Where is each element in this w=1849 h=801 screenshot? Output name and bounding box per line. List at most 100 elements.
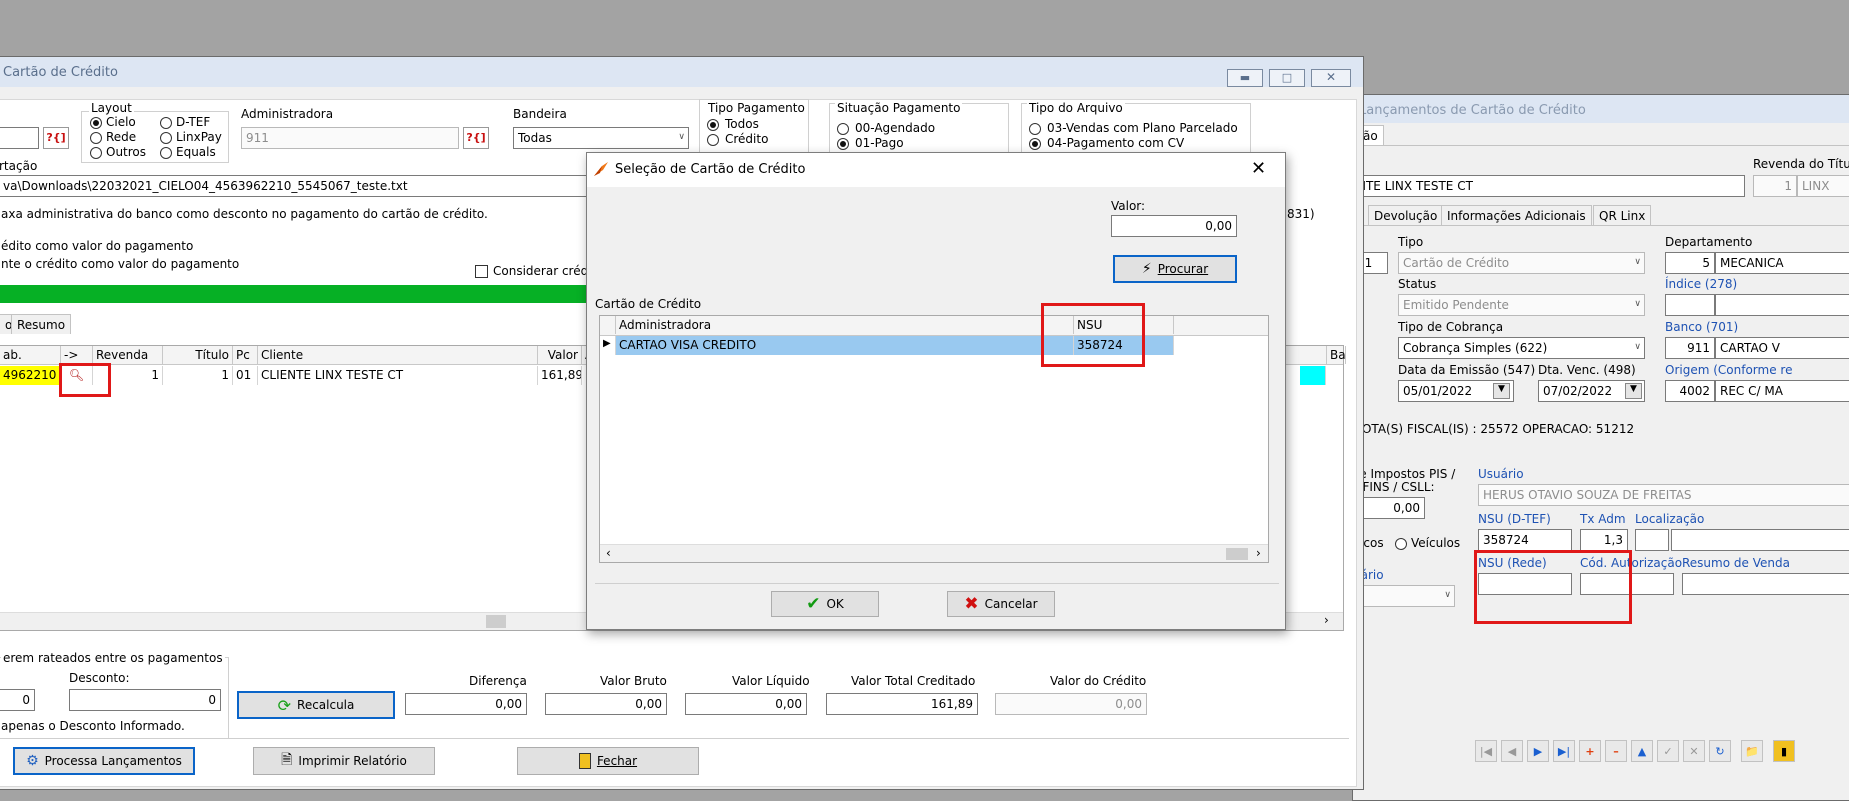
tab-info-adicionais[interactable]: Informações Adicionais <box>1441 205 1592 225</box>
todos-label[interactable]: Todos <box>725 117 759 131</box>
client-field[interactable]: NTE LINX TESTE CT <box>1353 175 1745 197</box>
add-record-icon[interactable]: + <box>1579 740 1601 762</box>
rede-radio[interactable] <box>90 132 102 144</box>
info-line-2[interactable]: édito como valor do pagamento <box>1 239 193 253</box>
close-button[interactable]: ✕ <box>1311 69 1351 87</box>
credito-label[interactable]: Crédito <box>725 132 768 146</box>
tab-devolucao[interactable]: Devolução <box>1368 205 1444 225</box>
considerar-checkbox[interactable] <box>475 265 488 278</box>
delete-record-icon[interactable]: – <box>1605 740 1627 762</box>
impostos-field[interactable]: 0,00 <box>1355 497 1425 519</box>
credito-radio[interactable] <box>707 134 719 146</box>
pagamento-cv-radio[interactable] <box>1029 138 1041 150</box>
ok-button[interactable]: ✔ OK <box>771 591 879 617</box>
diferenca-field[interactable]: 0,00 <box>405 693 527 715</box>
todos-radio[interactable] <box>707 119 719 131</box>
usuario2-select[interactable]: ∨ <box>1355 585 1455 607</box>
folder-icon[interactable]: 📁 <box>1741 740 1763 762</box>
agendado-radio[interactable] <box>837 123 849 135</box>
col-revenda[interactable]: Revenda <box>93 346 163 364</box>
outros-radio[interactable] <box>90 147 102 159</box>
origem-name-field[interactable]: REC C/ MA <box>1715 380 1849 402</box>
maximize-button[interactable]: □ <box>1269 69 1305 87</box>
tx-adm-field[interactable]: 1,3 <box>1580 529 1628 551</box>
col-ba[interactable]: Ba <box>1326 346 1346 364</box>
left-zero-field[interactable]: 0 <box>0 689 35 711</box>
rede-label[interactable]: Rede <box>106 130 136 144</box>
next-record-icon[interactable]: ▶ <box>1527 740 1549 762</box>
dialog-close-icon[interactable]: ✕ <box>1251 158 1266 179</box>
valor-credito-field[interactable]: 0,00 <box>995 693 1147 715</box>
dialog-hscrollbar[interactable]: ‹ › <box>600 544 1268 562</box>
edit-record-icon[interactable]: ▲ <box>1631 740 1653 762</box>
localizacao-field-1[interactable] <box>1635 529 1669 551</box>
col-pc[interactable]: Pc <box>233 346 258 364</box>
col-administradora[interactable]: Administradora <box>616 316 1074 334</box>
dtef-label[interactable]: D-TEF <box>176 115 210 129</box>
prev-record-icon[interactable]: ◀ <box>1501 740 1523 762</box>
last-record-icon[interactable]: ▶| <box>1553 740 1575 762</box>
usuario-field[interactable]: HERUS OTAVIO SOUZA DE FREITAS <box>1478 484 1849 506</box>
indice-desc-field[interactable] <box>1715 294 1849 316</box>
refresh-icon[interactable]: ↻ <box>1709 740 1731 762</box>
processa-button[interactable]: ⚙ Processa Lançamentos <box>13 747 195 775</box>
tab-resumo[interactable]: Resumo <box>11 314 72 334</box>
origem-num-field[interactable]: 4002 <box>1665 380 1715 402</box>
confirm-icon[interactable]: ✓ <box>1657 740 1679 762</box>
tab-qr-linx[interactable]: QR Linx <box>1593 205 1652 225</box>
recalcula-button[interactable]: ⟳ Recalcula <box>237 691 395 719</box>
cancel-edit-icon[interactable]: ✕ <box>1683 740 1705 762</box>
outros-label[interactable]: Outros <box>106 145 146 159</box>
minimize-button[interactable]: ▬ <box>1227 69 1263 87</box>
exit-door-icon[interactable]: ▮ <box>1773 740 1795 762</box>
tipo-cobranca-select[interactable]: Cobrança Simples (622) ∨ <box>1398 337 1645 359</box>
agendado-label[interactable]: 00-Agendado <box>855 121 935 135</box>
scroll-right-icon[interactable]: › <box>1256 546 1261 560</box>
dtef-radio[interactable] <box>160 117 172 129</box>
col-valor[interactable]: Valor <box>538 346 582 364</box>
valor-liquido-field[interactable]: 0,00 <box>685 693 807 715</box>
linxpay-radio[interactable] <box>160 132 172 144</box>
desconto-field[interactable]: 0 <box>69 689 221 711</box>
status-select[interactable]: Emitido Pendente ∨ <box>1398 294 1645 316</box>
vendas-parcelado-label[interactable]: 03-Vendas com Plano Parcelado <box>1047 121 1238 135</box>
dep-name-field[interactable]: MECANICA <box>1715 252 1849 274</box>
localizacao-field-2[interactable] <box>1671 529 1849 551</box>
vendas-parcelado-radio[interactable] <box>1029 123 1041 135</box>
bandeira-select[interactable]: Todas ∨ <box>513 127 689 149</box>
venc-dropdown[interactable]: ▼ <box>1625 383 1642 399</box>
col-arrow[interactable]: -> <box>61 346 93 364</box>
col-cliente[interactable]: Cliente <box>258 346 538 364</box>
col-titulo[interactable]: Título <box>163 346 233 364</box>
pago-label[interactable]: 01-Pago <box>855 136 904 150</box>
first-record-icon[interactable]: |◀ <box>1475 740 1497 762</box>
col-ab[interactable]: ab. <box>0 346 61 364</box>
equals-label[interactable]: Equals <box>176 145 216 159</box>
linxpay-label[interactable]: LinxPay <box>176 130 222 144</box>
emissao-dropdown[interactable]: ▼ <box>1493 383 1510 399</box>
pago-radio[interactable] <box>837 138 849 150</box>
imprimir-button[interactable]: 🗎 Imprimir Relatório <box>253 747 435 775</box>
veiculos-label[interactable]: Veículos <box>1411 536 1460 550</box>
procurar-button[interactable]: ⚡︎ Procurar <box>1113 255 1237 283</box>
left-code-field[interactable] <box>0 127 39 149</box>
fechar-button[interactable]: Fechar <box>517 747 699 775</box>
cancelar-button[interactable]: ✖ Cancelar <box>947 591 1055 617</box>
considerar-label[interactable]: Considerar créd <box>493 264 588 278</box>
tipo-select[interactable]: Cartão de Crédito ∨ <box>1398 252 1645 274</box>
info-line-3[interactable]: nte o crédito como valor do pagamento <box>1 257 239 271</box>
valor-bruto-field[interactable]: 0,00 <box>545 693 667 715</box>
scroll-left-icon[interactable]: ‹ <box>606 546 611 560</box>
indice-field[interactable] <box>1665 294 1715 316</box>
banco-name-field[interactable]: CARTAO V <box>1715 337 1849 359</box>
banco-num-field[interactable]: 911 <box>1665 337 1715 359</box>
equals-radio[interactable] <box>160 147 172 159</box>
cielo-radio[interactable] <box>90 117 102 129</box>
veiculos-radio[interactable] <box>1395 538 1407 550</box>
lookup-icon[interactable]: ?{] <box>43 127 69 149</box>
admin-lookup-icon[interactable]: ?{] <box>463 127 489 149</box>
pagamento-cv-label[interactable]: 04-Pagamento com CV <box>1047 136 1184 150</box>
valor-total-field[interactable]: 161,89 <box>826 693 978 715</box>
scroll-right-icon[interactable]: › <box>1324 613 1329 627</box>
revenda-name-field[interactable]: LINX <box>1797 175 1849 197</box>
